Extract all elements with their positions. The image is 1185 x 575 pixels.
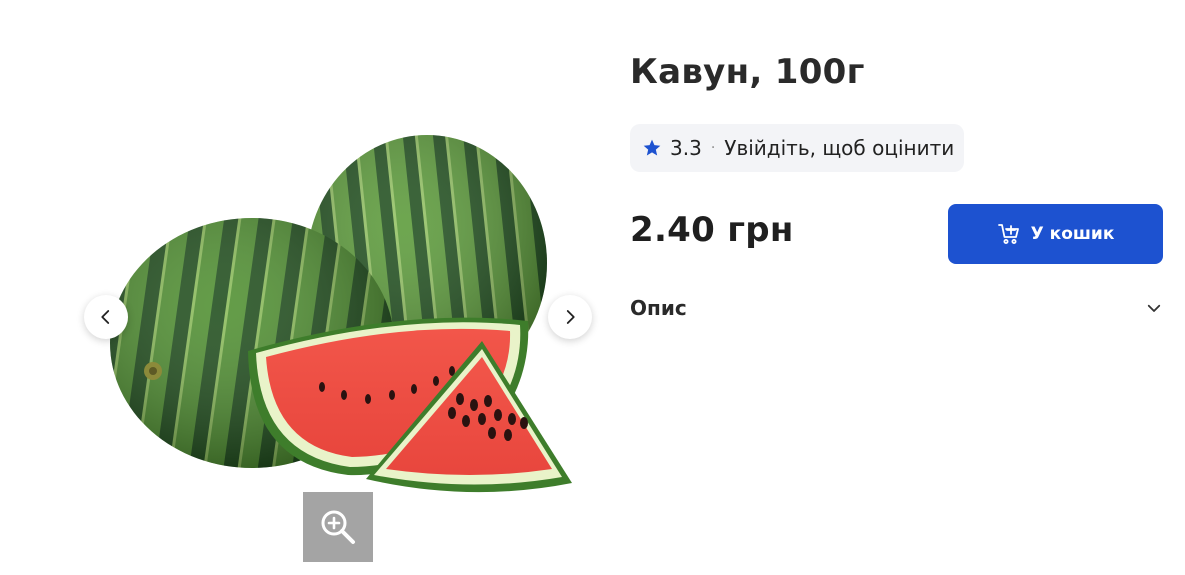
zoom-in-icon <box>319 508 357 546</box>
product-gallery <box>0 0 620 575</box>
chevron-left-icon <box>97 308 115 326</box>
zoom-button[interactable] <box>303 492 373 562</box>
login-to-rate-link[interactable]: Увійдіть, щоб оцінити <box>724 136 954 160</box>
rating-box: 3.3 · Увійдіть, щоб оцінити <box>630 124 965 172</box>
chevron-down-icon <box>1145 299 1163 317</box>
gallery-prev-button[interactable] <box>84 295 128 339</box>
rating-value: 3.3 <box>670 136 702 160</box>
description-toggle[interactable]: Опис <box>630 290 1163 326</box>
gallery-next-button[interactable] <box>548 295 592 339</box>
product-page: Кавун, 100г 3.3 · Увійдіть, щоб оцінити … <box>0 0 1185 575</box>
chevron-right-icon <box>561 308 579 326</box>
description-label: Опис <box>630 296 687 320</box>
product-title: Кавун, 100г <box>630 52 865 92</box>
add-to-cart-label: У кошик <box>1030 224 1115 244</box>
add-to-cart-button[interactable]: У кошик <box>948 204 1163 264</box>
star-icon <box>642 138 662 158</box>
product-image <box>110 135 572 493</box>
cart-plus-icon <box>997 222 1021 246</box>
product-price: 2.40 грн <box>630 210 794 250</box>
rating-separator: · <box>710 140 716 156</box>
